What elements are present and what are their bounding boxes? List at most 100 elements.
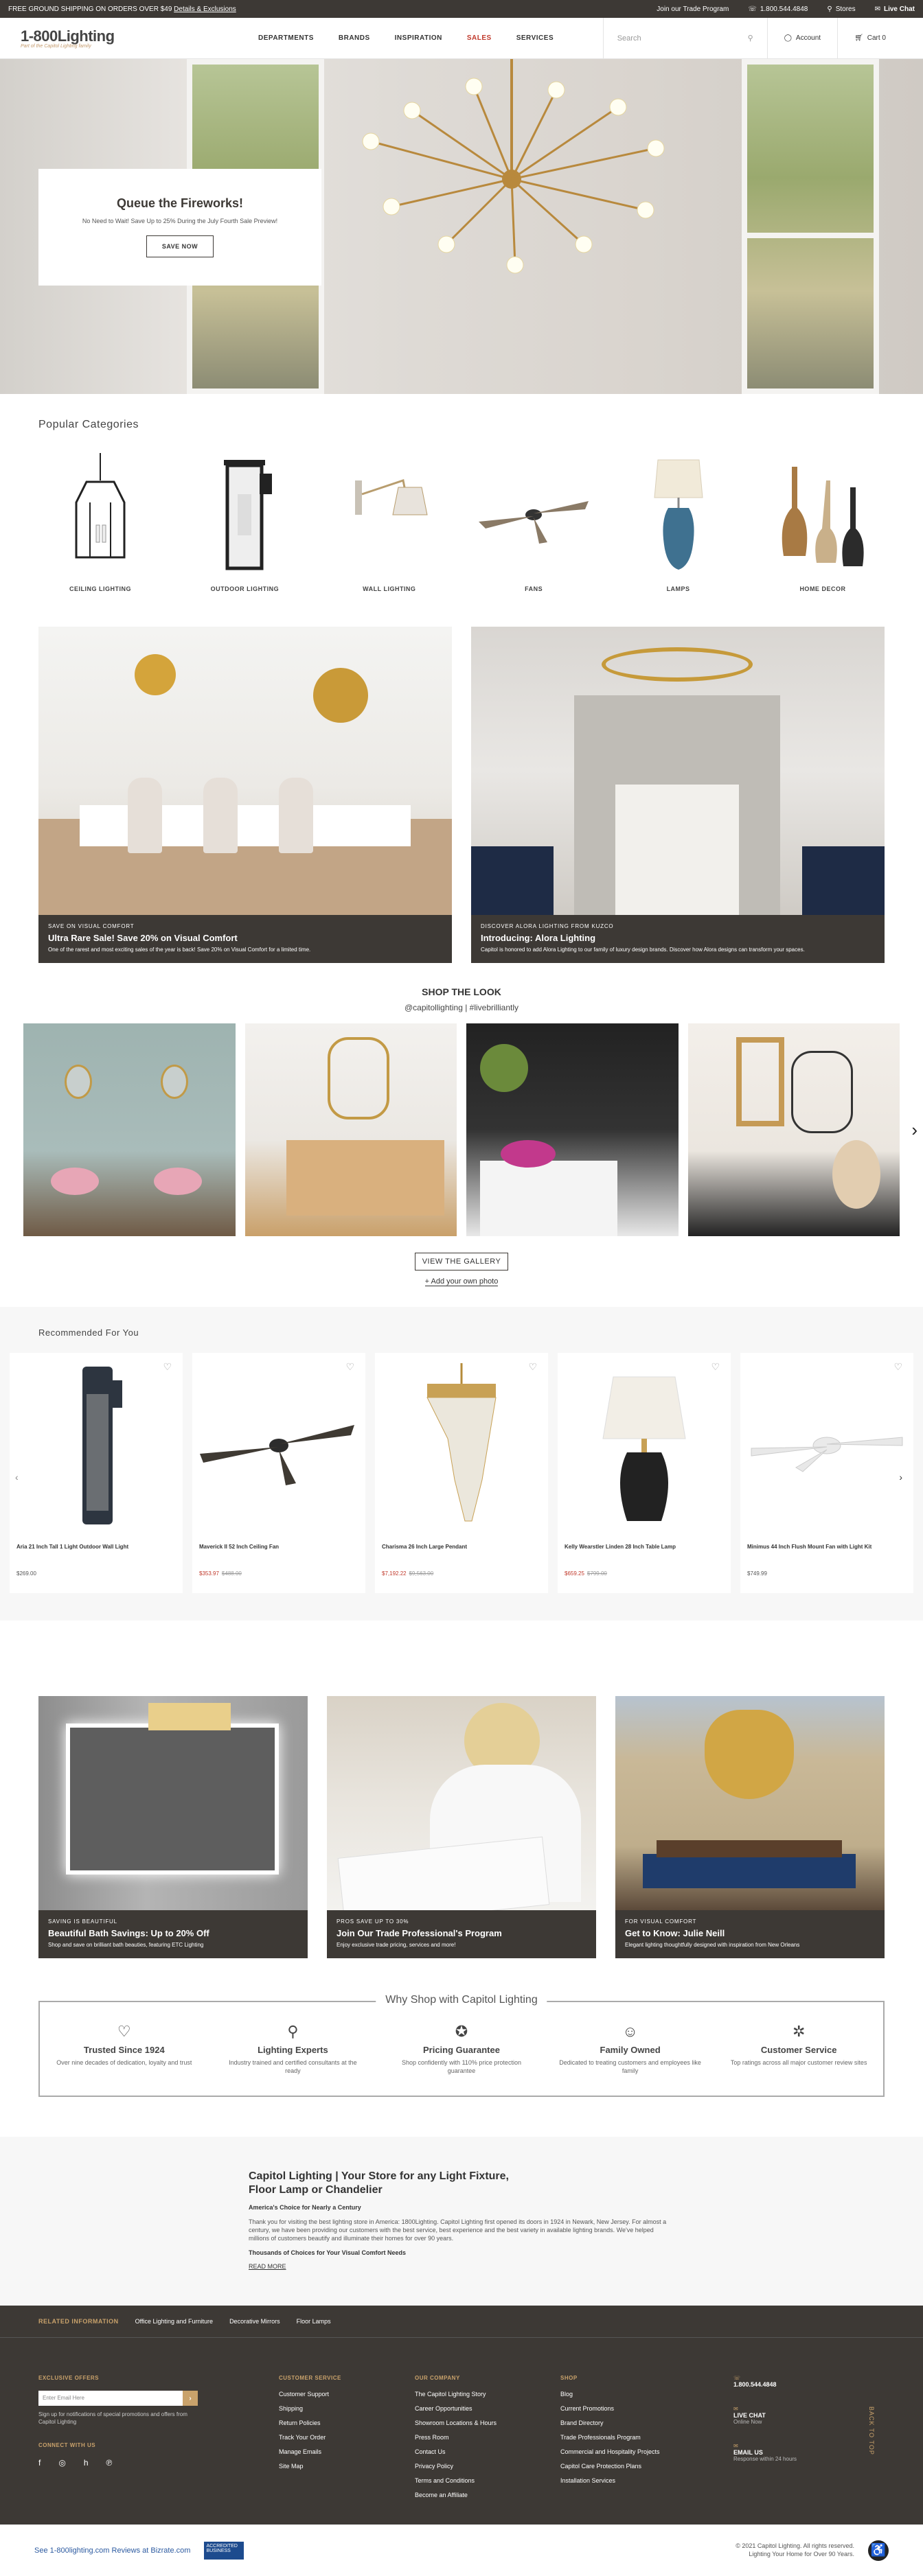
logo[interactable]: 1-800Lighting Part of the Capitol Lighti… [21,27,192,49]
heart-icon[interactable]: ♡ [163,1361,172,1373]
footer-link[interactable]: Privacy Policy [415,2463,560,2470]
footer-link[interactable]: Installation Services [560,2477,711,2484]
promo-card[interactable]: PROS SAVE UP TO 30% Join Our Trade Profe… [327,1696,596,1958]
nav-inspiration[interactable]: INSPIRATION [395,34,442,42]
product-card[interactable]: ♡ Maverick II 52 Inch Ceiling Fan $353.9… [192,1353,365,1593]
bizrate-reviews-link[interactable]: See 1-800lighting.com Reviews at Bizrate… [34,2546,190,2555]
nav-sales[interactable]: SALES [467,34,492,42]
footer-link[interactable]: Commercial and Hospitality Projects [560,2448,711,2455]
email-field[interactable]: Enter Email Here › [38,2391,198,2406]
category-lamps[interactable]: LAMPS [617,453,740,592]
product-name[interactable]: Maverick II 52 Inch Ceiling Fan [199,1544,358,1550]
look-photo[interactable] [23,1023,236,1236]
footer-link[interactable]: Current Promotions [560,2405,711,2412]
product-card[interactable]: ♡ Charisma 26 Inch Large Pendant $7,192.… [375,1353,548,1593]
accessibility-icon[interactable]: ♿ [868,2540,889,2561]
product-card[interactable]: ♡ Kelly Wearstler Linden 28 Inch Table L… [558,1353,731,1593]
look-photo[interactable] [687,1023,900,1236]
footer-link[interactable]: Blog [560,2391,711,2398]
phone-contact[interactable]: ☏ 1.800.544.4848 [733,2375,797,2388]
social-links: f ◎ h ℗ [38,2458,279,2468]
look-photo[interactable] [466,1023,679,1236]
footer-link[interactable]: Showroom Locations & Hours [415,2420,560,2426]
promo-card[interactable]: SAVING IS BEAUTIFUL Beautiful Bath Savin… [38,1696,308,1958]
product-name[interactable]: Charisma 26 Inch Large Pendant [382,1544,541,1550]
category-home-decor[interactable]: HOME DECOR [761,453,885,592]
heart-icon[interactable]: ♡ [345,1361,354,1373]
product-sale-price: $353.97 [199,1570,219,1577]
pinterest-icon[interactable]: ℗ [106,2458,113,2468]
contact-phone: 1.800.544.4848 [733,2381,777,2389]
outdoor-lantern-icon [224,460,273,570]
houzz-icon[interactable]: h [84,2458,89,2468]
bbb-badge[interactable]: ACCREDITED BUSINESS [204,2541,244,2560]
promo-caption: SAVING IS BEAUTIFUL Beautiful Bath Savin… [38,1910,308,1958]
save-now-button[interactable]: SAVE NOW [146,235,214,257]
hero-banner[interactable]: Queue the Fireworks! No Need to Wait! Sa… [0,59,923,394]
instagram-icon[interactable]: ◎ [58,2458,65,2468]
heart-icon[interactable]: ♡ [528,1361,537,1373]
chevron-right-icon[interactable]: › [911,1119,918,1141]
nav-departments[interactable]: DEPARTMENTS [258,34,314,42]
back-to-top-link[interactable]: BACK TO TOP [868,2406,875,2455]
footer-link[interactable]: Contact Us [415,2448,560,2455]
footer-link[interactable]: Trade Professionals Program [560,2434,711,2441]
product-name[interactable]: Kelly Wearstler Linden 28 Inch Table Lam… [565,1544,724,1550]
add-photo-link[interactable]: + Add your own photo [424,1277,499,1286]
footer-link[interactable]: Track Your Order [279,2434,415,2441]
phone-link[interactable]: ☏ 1.800.544.4848 [748,5,808,13]
category-fans[interactable]: FANS [472,453,595,592]
search-input[interactable]: Search ⚲ [602,17,768,59]
stores-link[interactable]: ⚲ Stores [827,5,855,13]
search-icon[interactable]: ⚲ [748,34,753,43]
trade-program-link[interactable]: Join our Trade Program [657,5,729,13]
footer-link[interactable]: Career Opportunities [415,2405,560,2412]
product-card[interactable]: ♡ Minimus 44 Inch Flush Mount Fan with L… [740,1353,913,1593]
footer-link[interactable]: Become an Affiliate [415,2492,560,2498]
details-link[interactable]: Details & Exclusions [174,5,236,13]
heart-icon[interactable]: ♡ [711,1361,720,1373]
facebook-icon[interactable]: f [38,2458,41,2468]
category-outdoor-lighting[interactable]: OUTDOOR LIGHTING [183,453,306,592]
chevron-left-icon[interactable]: ‹ [15,1472,19,1483]
cart-button[interactable]: 🛒︎ Cart 0 [838,18,902,59]
chevron-right-icon[interactable]: › [899,1472,902,1483]
view-gallery-button[interactable]: VIEW THE GALLERY [414,1253,509,1270]
footer-link[interactable]: Press Room [415,2434,560,2441]
account-button[interactable]: ◯ Account [768,17,839,59]
promo-card[interactable]: FOR VISUAL COMFORT Get to Know: Julie Ne… [615,1696,885,1958]
live-chat-contact[interactable]: ✉ LIVE CHAT Online Now [733,2406,797,2425]
footer-link[interactable]: Shipping [279,2405,415,2412]
nav-services[interactable]: SERVICES [516,34,554,42]
read-more-link[interactable]: READ MORE [249,2263,923,2270]
product-name[interactable]: Aria 21 Inch Tall 1 Light Outdoor Wall L… [16,1544,176,1550]
footer-link[interactable]: Capitol Care Protection Plans [560,2463,711,2470]
footer-link[interactable]: Manage Emails [279,2448,415,2455]
related-link[interactable]: Floor Lamps [297,2318,331,2325]
heart-icon[interactable]: ♡ [893,1361,902,1373]
shipping-promo-text: FREE GROUND SHIPPING ON ORDERS OVER $49 [8,5,172,13]
related-link[interactable]: Decorative Mirrors [229,2318,280,2325]
product-name[interactable]: Minimus 44 Inch Flush Mount Fan with Lig… [747,1544,907,1550]
footer-link[interactable]: Return Policies [279,2420,415,2426]
email-contact[interactable]: ✉ EMAIL US Response within 24 hours [733,2443,797,2462]
footer-link[interactable]: Customer Support [279,2391,415,2398]
product-card[interactable]: ♡ Aria 21 Inch Tall 1 Light Outdoor Wall… [10,1353,183,1593]
footer-link[interactable]: Site Map [279,2463,415,2470]
look-photo[interactable] [244,1023,457,1236]
chevron-right-icon[interactable]: › [183,2391,198,2406]
phone-number: 1.800.544.4848 [760,5,808,13]
footer-link[interactable]: The Capitol Lighting Story [415,2391,560,2398]
live-chat-link[interactable]: ✉ Live Chat [875,5,915,13]
promo-card[interactable]: DISCOVER ALORA LIGHTING FROM KUZCO Intro… [471,627,885,963]
nav-brands[interactable]: BRANDS [339,34,370,42]
category-ceiling-lighting[interactable]: CEILING LIGHTING [38,453,162,592]
footer-link[interactable]: Terms and Conditions [415,2477,560,2484]
promo-card[interactable]: SAVE ON VISUAL COMFORT Ultra Rare Sale! … [38,627,452,963]
category-wall-lighting[interactable]: WALL LIGHTING [328,453,451,592]
promo-title: Introducing: Alora Lighting [481,933,596,943]
chat-icon: ✉ [874,5,880,13]
footer-link[interactable]: Brand Directory [560,2420,711,2426]
related-link[interactable]: Office Lighting and Furniture [135,2318,213,2325]
shipping-promo: FREE GROUND SHIPPING ON ORDERS OVER $49 … [8,5,236,13]
